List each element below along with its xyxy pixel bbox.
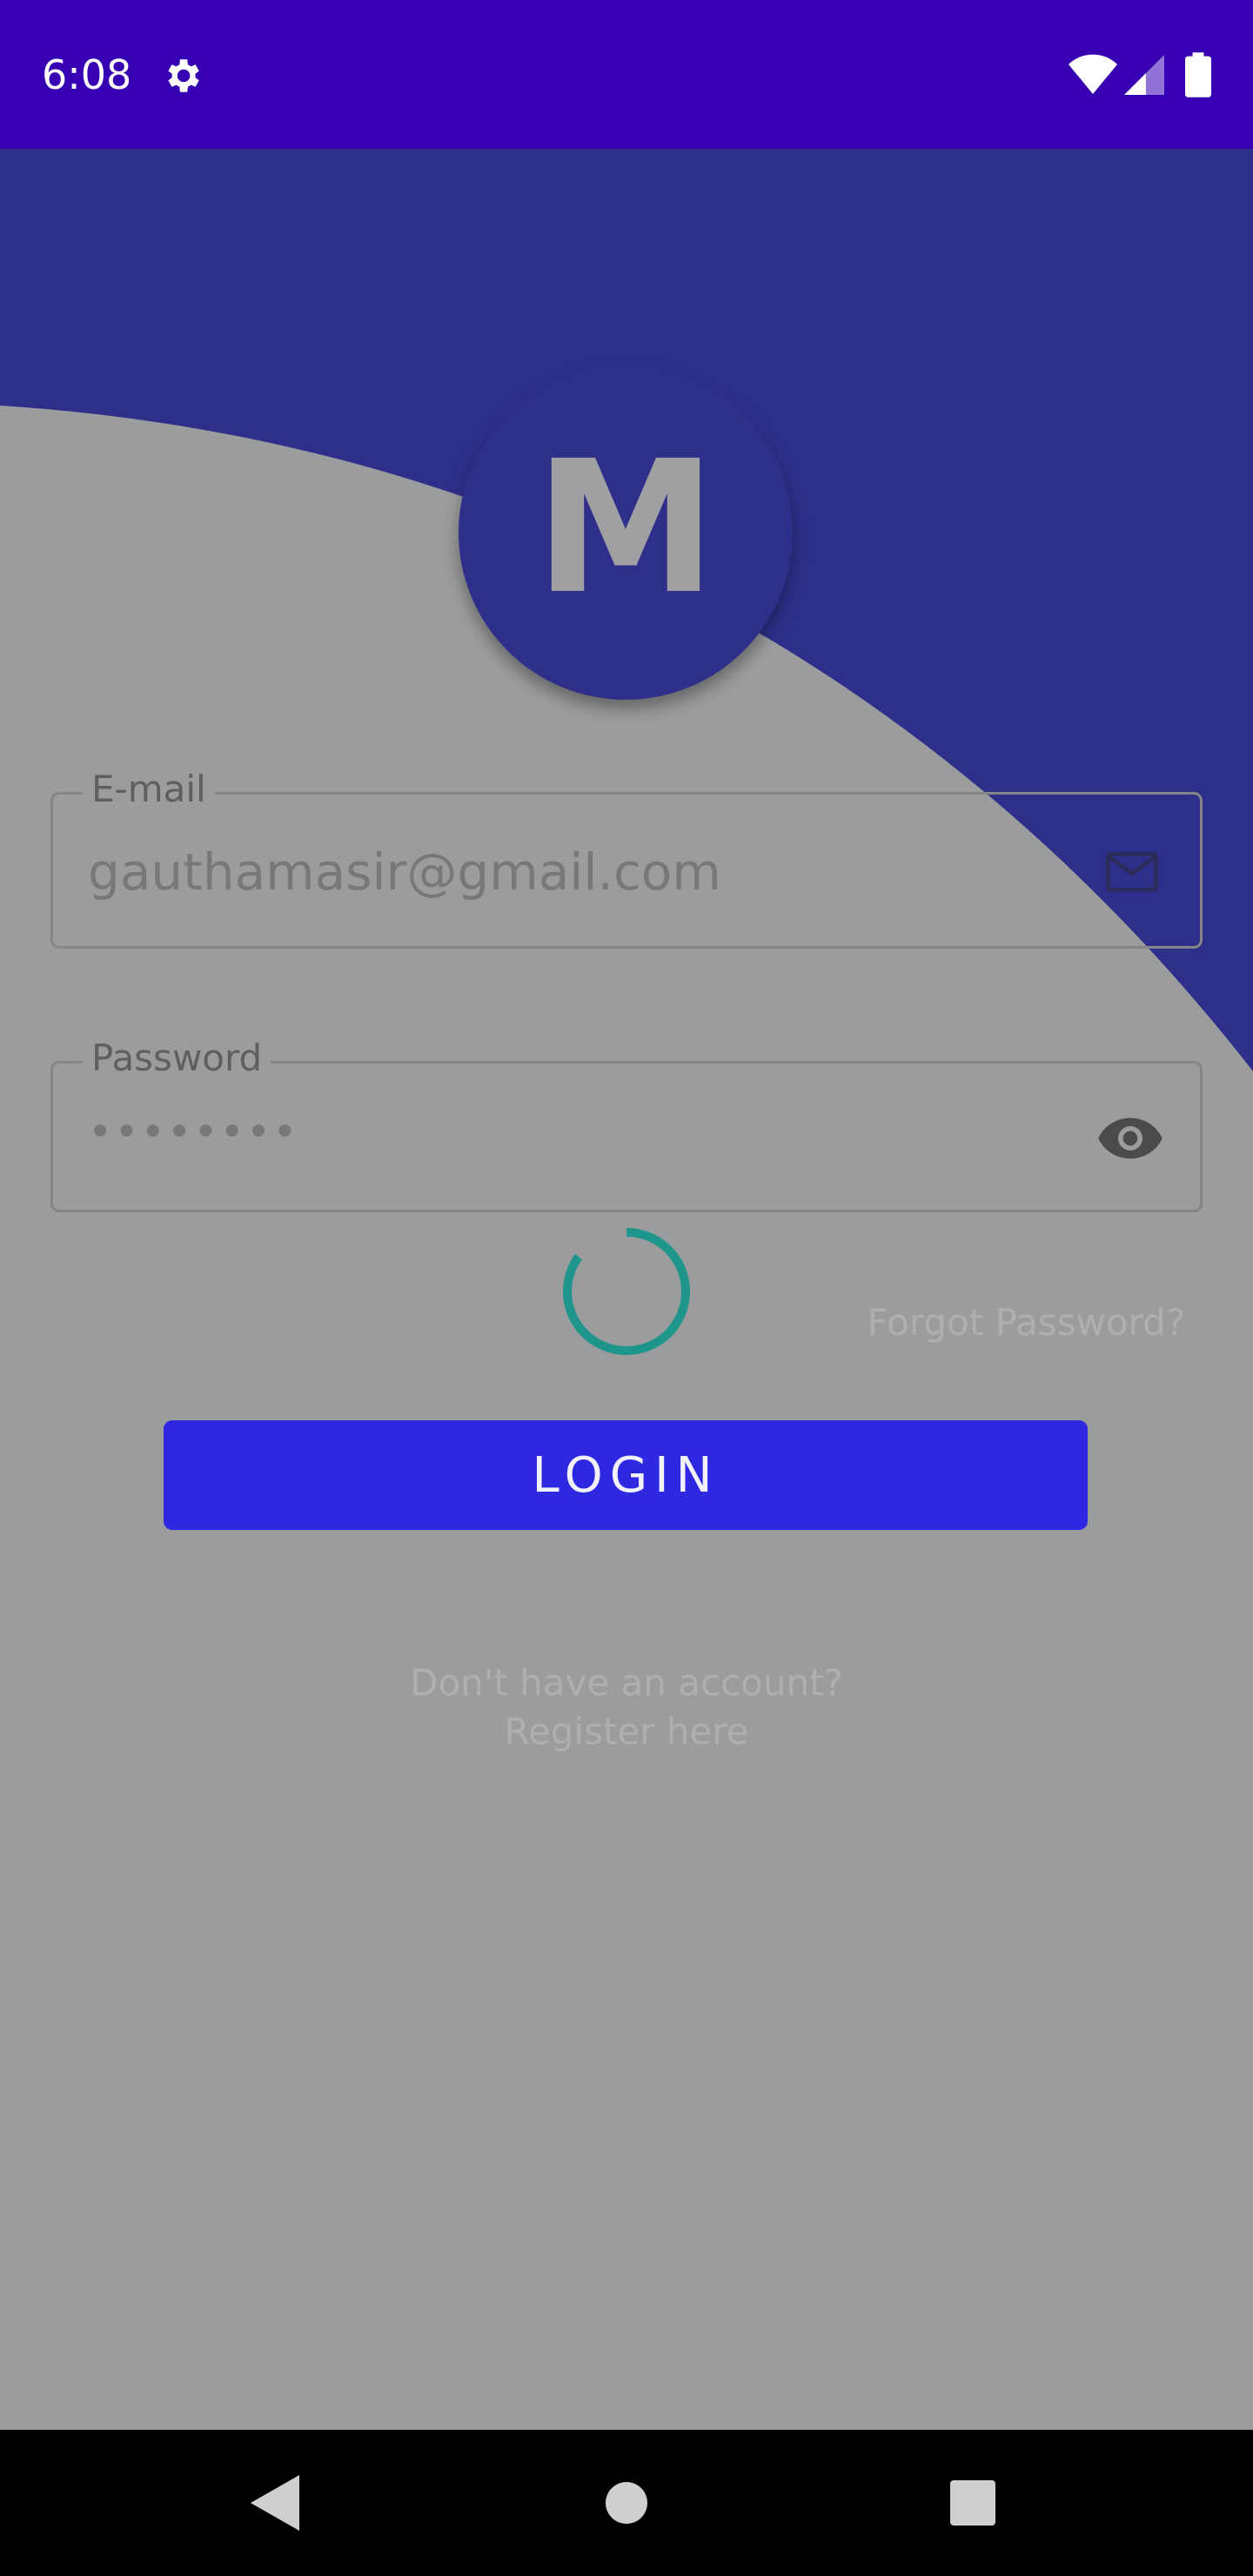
wifi-icon [1069,54,1117,94]
register-prompt: Don't have an account? [410,1661,843,1704]
password-field[interactable]: Password •••••••• [50,1034,1203,1212]
back-icon[interactable] [247,2475,301,2531]
app-logo: M [459,366,793,700]
email-field[interactable]: E-mail gauthamasir@gmail.com [50,765,1203,949]
recents-icon[interactable] [950,2480,995,2526]
mail-icon [1105,852,1159,892]
loading-spinner [563,1228,690,1355]
password-label: Password [83,1034,271,1083]
login-button[interactable]: LOGIN [164,1420,1088,1530]
email-value[interactable]: gauthamasir@gmail.com [88,842,721,902]
eye-icon[interactable] [1096,1109,1165,1168]
forgot-password-link[interactable]: Forgot Password? [867,1298,1185,1347]
register-link[interactable]: Don't have an account? Register here [0,1659,1253,1756]
logo-letter: M [534,421,717,634]
email-label: E-mail [83,765,215,814]
register-here[interactable]: Register here [0,1707,1253,1756]
gear-icon [168,59,199,92]
status-time: 6:08 [42,51,132,98]
battery-icon [1185,52,1211,97]
home-icon[interactable] [604,2480,649,2526]
status-bar: 6:08 [0,0,1253,149]
password-value[interactable]: •••••••• [88,1102,299,1163]
signal-icon [1124,55,1164,95]
